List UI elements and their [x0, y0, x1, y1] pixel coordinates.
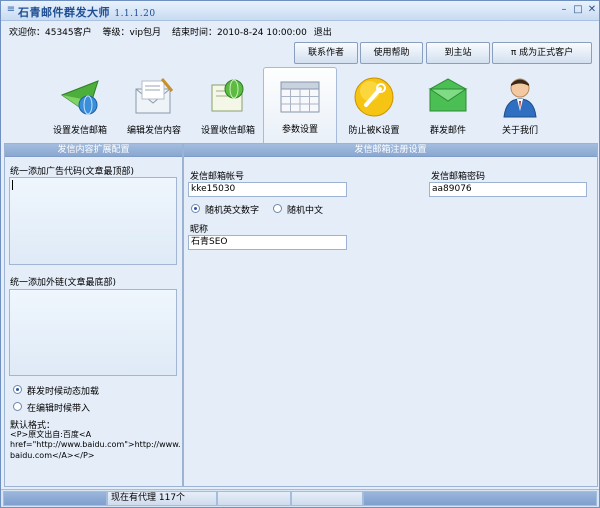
nickname-label: 昵称 [190, 225, 209, 235]
toolbar-label: 防止被K设置 [348, 126, 400, 136]
become-customer-button[interactable]: π 成为正式客户 [492, 42, 592, 64]
edit-letter-icon [135, 78, 174, 114]
maximize-icon[interactable]: □ [571, 4, 585, 17]
window-title: 石青邮件群发大师 1.1.1.20 [18, 4, 156, 20]
toolbar-item-edit-content[interactable]: 编辑发信内容 [117, 69, 191, 141]
status-bar: 现在有代理 117个 [1, 489, 599, 507]
random-alnum-radio[interactable] [191, 204, 200, 213]
random-chinese-radio[interactable] [273, 204, 282, 213]
bring-in-on-edit-radio[interactable] [13, 402, 22, 411]
external-link-label: 统一添加外链(文章最底部) [10, 278, 117, 288]
toolbar-label: 群发邮件 [429, 126, 466, 136]
toolbar-item-anti-block[interactable]: 防止被K设置 [337, 69, 411, 141]
send-mailbox-icon [60, 80, 99, 115]
text-caret [12, 180, 13, 190]
nickname-input[interactable]: 石青SEO [188, 235, 347, 250]
toolbar-item-receive-mailbox[interactable]: 设置收信邮箱 [191, 69, 265, 141]
load-dynamic-radio[interactable] [13, 385, 22, 394]
main-window: ≡ 石青邮件群发大师 1.1.1.20 – □ ✕ 欢迎你：45345客户 等级… [0, 0, 600, 508]
close-icon[interactable]: ✕ [585, 4, 599, 17]
status-cell-empty [3, 491, 107, 506]
proxy-count-status: 现在有代理 117个 [107, 491, 217, 506]
level-text: 等级：vip包月 [102, 28, 162, 38]
toolbar-label: 编辑发信内容 [126, 126, 181, 136]
toolbar-label: 设置发信邮箱 [52, 126, 107, 136]
app-title: 石青邮件群发大师 [18, 6, 110, 19]
ad-code-textarea[interactable] [9, 177, 177, 265]
ad-code-label: 统一添加广告代码(文章最顶部) [10, 167, 135, 177]
status-progress-cell [363, 491, 597, 506]
end-time-text: 结束时间：2010-8-24 10:00:00 [171, 28, 307, 38]
password-label: 发信邮箱密码 [431, 172, 486, 182]
toolbar-label: 设置收信邮箱 [200, 126, 255, 136]
status-cell-empty [291, 491, 363, 506]
account-label: 发信邮箱帐号 [190, 172, 245, 182]
user-info-bar: 欢迎你：45345客户 等级：vip包月 结束时间：2010-8-24 10:0… [9, 25, 340, 38]
contact-author-button[interactable]: 联系作者 [294, 42, 358, 64]
toolbar-label: 参数设置 [281, 125, 318, 135]
help-button[interactable]: 使用帮助 [360, 42, 423, 64]
account-input[interactable]: kke15030 [188, 182, 347, 197]
random-chinese-label: 随机中文 [287, 206, 324, 216]
toolbar-item-bulk-send[interactable]: 群发邮件 [411, 69, 485, 141]
toolbar-item-parameters[interactable]: 参数设置 [263, 67, 337, 143]
minimize-icon[interactable]: – [557, 4, 571, 17]
calendar-grid-icon [280, 81, 320, 113]
app-menu-icon[interactable]: ≡ [5, 4, 17, 16]
default-format-line: <P>原文出自:百度<A [10, 430, 92, 439]
main-toolbar: 设置发信邮箱 编辑发信内容 设置收信邮箱 参数设置 防止被K设置 群发邮件 关于… [1, 67, 599, 143]
app-version: 1.1.1.20 [114, 9, 156, 19]
wrench-icon [354, 77, 394, 117]
title-bar: ≡ 石青邮件群发大师 1.1.1.20 – □ ✕ [1, 1, 599, 21]
random-alnum-label: 随机英文数字 [205, 206, 260, 216]
green-envelope-icon [428, 78, 468, 112]
default-format-line: baidu.com</A></P> [10, 451, 95, 460]
user-icon [503, 78, 537, 118]
panel-header: 发信邮箱注册设置 [184, 144, 597, 157]
toolbar-item-send-mailbox[interactable]: 设置发信邮箱 [43, 69, 117, 141]
logout-link[interactable]: 退出 [314, 28, 332, 38]
password-input[interactable]: aa89076 [429, 182, 587, 197]
load-dynamic-label: 群发时候动态加载 [27, 387, 100, 397]
go-home-button[interactable]: 到主站 [426, 42, 490, 64]
toolbar-label: 关于我们 [501, 126, 538, 136]
default-format-line: href="http://www.baidu.com">http://www. [10, 440, 181, 449]
mailbox-register-panel: 发信邮箱注册设置 发信邮箱帐号 kke15030 发信邮箱密码 aa89076 … [183, 143, 598, 487]
panel-header: 发信内容扩展配置 [5, 144, 182, 157]
receive-mailbox-icon [211, 79, 244, 112]
status-cell-empty [217, 491, 291, 506]
content-extension-panel: 发信内容扩展配置 统一添加广告代码(文章最顶部) 统一添加外链(文章最底部) 群… [4, 143, 183, 487]
toolbar-item-about[interactable]: 关于我们 [483, 69, 557, 141]
welcome-text: 欢迎你：45345客户 [9, 28, 92, 38]
bring-in-on-edit-label: 在编辑时候带入 [27, 404, 91, 414]
external-link-textarea[interactable] [9, 289, 177, 376]
